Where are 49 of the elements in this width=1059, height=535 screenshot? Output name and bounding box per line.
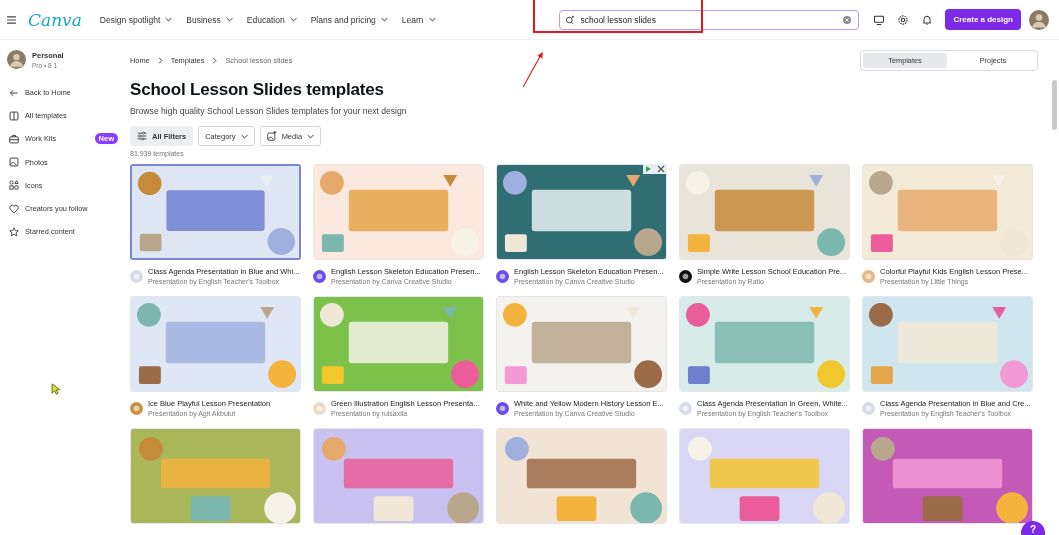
nav-menu[interactable]: Plans and pricing <box>310 14 388 25</box>
star-icon[interactable] <box>9 226 19 237</box>
heart-icon[interactable] <box>9 203 19 214</box>
avatar[interactable] <box>7 50 26 69</box>
menu-icon[interactable] <box>7 15 16 24</box>
shapes-icon[interactable] <box>9 180 19 191</box>
avatar[interactable] <box>1029 9 1049 30</box>
chevron-down-icon <box>165 17 173 22</box>
bell-icon[interactable] <box>921 13 934 26</box>
image-icon <box>266 131 277 141</box>
creator-avatar <box>679 401 692 415</box>
chevron-down-icon <box>240 133 248 139</box>
nav-menu[interactable]: Education <box>246 14 297 25</box>
help-button[interactable]: ? <box>1021 521 1045 535</box>
chevron-down-icon <box>380 17 388 22</box>
scrollbar[interactable] <box>1052 80 1057 130</box>
back-arrow-icon[interactable] <box>9 87 19 98</box>
nav-menu[interactable]: Design spotlight <box>99 14 173 25</box>
clear-icon[interactable] <box>843 15 852 24</box>
sliders-icon <box>137 131 147 141</box>
chevron-icon <box>212 57 218 64</box>
chevron-down-icon <box>307 133 315 139</box>
chevron-down-icon <box>225 17 233 22</box>
creator-avatar <box>862 269 875 283</box>
page-subtitle: Browse high quality School Lesson Slides templates for your next design <box>130 106 408 116</box>
creator-avatar <box>130 269 143 283</box>
search-icon <box>565 14 576 25</box>
monitor-icon[interactable] <box>873 13 886 26</box>
create-design-button[interactable]: Create a design <box>945 9 1021 30</box>
ad-choices-icon[interactable] <box>643 164 667 174</box>
creator-avatar <box>313 401 326 415</box>
nav-menu[interactable]: Business <box>186 14 233 25</box>
creator-avatar <box>496 401 509 415</box>
chevron-icon <box>157 57 163 64</box>
nav-menu[interactable]: Learn <box>401 14 436 25</box>
briefcase-icon[interactable] <box>9 133 19 144</box>
creator-avatar <box>130 401 143 415</box>
page-title: School Lesson Slides templates <box>130 80 385 100</box>
creator-avatar <box>313 269 326 283</box>
chevron-down-icon <box>428 17 436 22</box>
chevron-down-icon <box>289 17 297 22</box>
layout-icon[interactable] <box>9 110 19 121</box>
search-field[interactable]: school lesson slides <box>559 9 860 30</box>
creator-avatar <box>862 401 875 415</box>
creator-avatar <box>679 269 692 283</box>
image-icon[interactable] <box>9 157 19 168</box>
settings-icon[interactable] <box>897 13 910 26</box>
mouse-cursor-icon <box>51 383 60 395</box>
creator-avatar <box>496 269 509 283</box>
